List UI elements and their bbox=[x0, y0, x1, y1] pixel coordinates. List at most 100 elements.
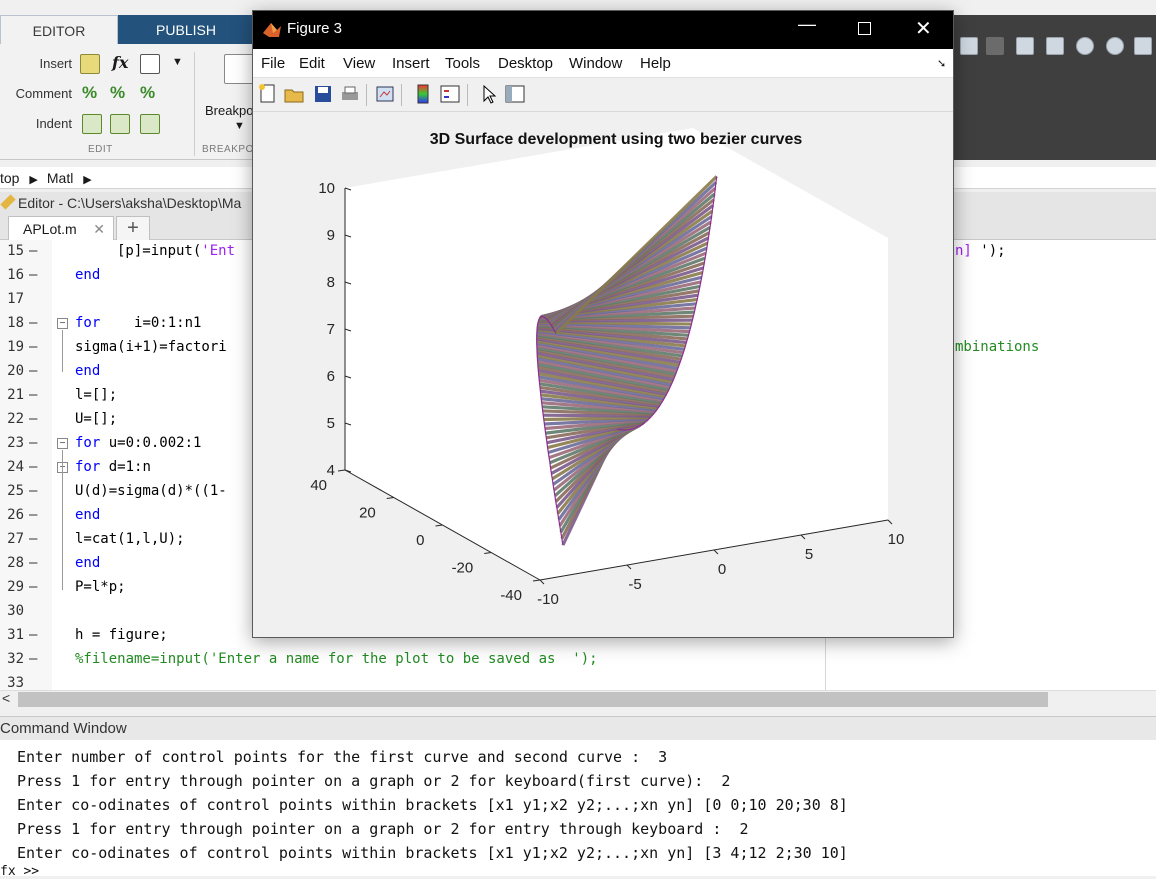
scrollbar-thumb[interactable] bbox=[18, 692, 1048, 707]
breakpoint-marker[interactable]: – bbox=[29, 315, 37, 331]
plot-tools-icon[interactable] bbox=[504, 83, 526, 105]
chevron-down-icon[interactable]: ▼ bbox=[172, 56, 183, 68]
dock-arrow-icon[interactable]: ➘ bbox=[937, 57, 946, 70]
code-line-15[interactable]: [p]=input('Ent bbox=[117, 243, 235, 259]
code-line-19[interactable]: sigma(i+1)=factori bbox=[75, 339, 227, 355]
breakpoint-marker[interactable]: – bbox=[29, 267, 37, 283]
code-line-32[interactable]: %filename=input('Enter a name for the pl… bbox=[75, 651, 598, 667]
code-line-26[interactable]: end bbox=[75, 507, 100, 523]
link-plot-icon[interactable] bbox=[374, 83, 396, 105]
line-number: 16 bbox=[7, 267, 24, 283]
open-folder-icon[interactable] bbox=[283, 83, 305, 105]
tab-editor[interactable]: EDITOR bbox=[0, 15, 118, 45]
menu-help[interactable]: Help bbox=[640, 55, 671, 72]
minimize-icon[interactable]: — bbox=[798, 14, 816, 35]
code-line-22[interactable]: U=[]; bbox=[75, 411, 117, 427]
decrease-indent-icon[interactable] bbox=[140, 114, 160, 134]
smart-indent-icon[interactable] bbox=[82, 114, 102, 134]
code-line-29[interactable]: P=l*p; bbox=[75, 579, 126, 595]
breakpoint-marker[interactable]: – bbox=[29, 459, 37, 475]
breakpoint-marker[interactable]: – bbox=[29, 243, 37, 259]
insert-section-icon[interactable] bbox=[80, 54, 100, 74]
code-line-16[interactable]: end bbox=[75, 267, 100, 283]
fold-toggle[interactable]: − bbox=[57, 318, 68, 329]
copy-icon[interactable] bbox=[1016, 37, 1034, 55]
surface-plot[interactable]: 3D Surface development using two bezier … bbox=[253, 112, 953, 637]
file-tab[interactable]: APLot.m ✕ bbox=[8, 216, 114, 241]
breadcrumb-item[interactable]: Matl bbox=[47, 170, 73, 186]
code-line-19-comment[interactable]: mbinations bbox=[955, 339, 1039, 355]
z-tick-label: 7 bbox=[327, 321, 335, 338]
line-number: 19 bbox=[7, 339, 24, 355]
code-line-21[interactable]: l=[]; bbox=[75, 387, 117, 403]
command-prompt[interactable]: fx >> bbox=[0, 864, 39, 879]
fx-icon[interactable]: fx bbox=[112, 53, 128, 72]
scroll-left-icon[interactable]: < bbox=[2, 690, 10, 706]
menu-insert[interactable]: Insert bbox=[392, 55, 430, 72]
pointer-icon[interactable] bbox=[478, 83, 500, 105]
breakpoint-marker[interactable]: – bbox=[29, 435, 37, 451]
menu-window[interactable]: Window bbox=[569, 55, 622, 72]
menu-edit[interactable]: Edit bbox=[299, 55, 325, 72]
line-number: 20 bbox=[7, 363, 24, 379]
y-tick-label: -20 bbox=[452, 560, 474, 577]
y-tick bbox=[386, 497, 394, 499]
breakpoints-icon[interactable] bbox=[224, 54, 254, 84]
code-line-20[interactable]: end bbox=[75, 363, 100, 379]
menu-tools[interactable]: Tools bbox=[445, 55, 480, 72]
legend-icon[interactable] bbox=[439, 83, 461, 105]
colorbar-icon[interactable] bbox=[412, 83, 434, 105]
breakpoint-marker[interactable]: – bbox=[29, 363, 37, 379]
code-line-28[interactable]: end bbox=[75, 555, 100, 571]
breakpoints-button[interactable]: Breakpo bbox=[205, 103, 253, 118]
save-icon[interactable] bbox=[312, 83, 334, 105]
breakpoint-marker[interactable]: – bbox=[29, 579, 37, 595]
add-tab-button[interactable]: + bbox=[116, 216, 150, 241]
menu-desktop[interactable]: Desktop bbox=[498, 55, 553, 72]
close-icon[interactable]: ✕ bbox=[915, 16, 932, 41]
breakpoint-marker[interactable]: – bbox=[29, 483, 37, 499]
undo-icon[interactable] bbox=[1076, 37, 1094, 55]
comment-label[interactable]: Comment bbox=[4, 86, 72, 101]
uncomment-icon[interactable]: % bbox=[110, 83, 125, 103]
code-line-27[interactable]: l=cat(1,l,U); bbox=[75, 531, 185, 547]
breakpoint-marker[interactable]: – bbox=[29, 531, 37, 547]
paste-icon[interactable] bbox=[1046, 37, 1064, 55]
code-line-24[interactable]: for d=1:n bbox=[75, 459, 151, 475]
breakpoint-marker[interactable]: – bbox=[29, 411, 37, 427]
code-line-15-right[interactable]: n] '); bbox=[955, 243, 1006, 259]
maximize-icon[interactable] bbox=[858, 22, 871, 35]
figure-titlebar[interactable] bbox=[253, 11, 953, 49]
line-number: 22 bbox=[7, 411, 24, 427]
cut-icon[interactable] bbox=[986, 37, 1004, 55]
comment-icon[interactable]: % bbox=[82, 83, 97, 103]
breakpoint-marker[interactable]: – bbox=[29, 387, 37, 403]
insert-label[interactable]: Insert bbox=[10, 56, 72, 71]
breakpoint-marker[interactable]: – bbox=[29, 555, 37, 571]
new-file-icon[interactable] bbox=[257, 83, 279, 105]
insert-function-icon[interactable] bbox=[140, 54, 160, 74]
chevron-down-icon[interactable]: ▼ bbox=[234, 120, 245, 132]
indent-label[interactable]: Indent bbox=[10, 116, 72, 131]
line-number: 32 bbox=[7, 651, 24, 667]
redo-icon[interactable] bbox=[1106, 37, 1124, 55]
menu-view[interactable]: View bbox=[343, 55, 375, 72]
code-line-31[interactable]: h = figure; bbox=[75, 627, 168, 643]
close-icon[interactable]: ✕ bbox=[93, 217, 105, 241]
wrap-comment-icon[interactable]: % bbox=[140, 83, 155, 103]
breakpoint-marker[interactable]: – bbox=[29, 651, 37, 667]
code-line-18[interactable]: for i=0:1:n1 bbox=[75, 315, 201, 331]
tab-publish[interactable]: PUBLISH bbox=[118, 15, 254, 45]
increase-indent-icon[interactable] bbox=[110, 114, 130, 134]
breakpoint-marker[interactable]: – bbox=[29, 339, 37, 355]
layout-icon[interactable] bbox=[1134, 37, 1152, 55]
save-icon[interactable] bbox=[960, 37, 978, 55]
code-line-23[interactable]: for u=0:0.002:1 bbox=[75, 435, 201, 451]
menu-file[interactable]: File bbox=[261, 55, 285, 72]
breakpoint-marker[interactable]: – bbox=[29, 627, 37, 643]
print-icon[interactable] bbox=[339, 83, 361, 105]
breakpoint-marker[interactable]: – bbox=[29, 507, 37, 523]
fold-toggle[interactable]: − bbox=[57, 438, 68, 449]
breadcrumb-item[interactable]: top bbox=[0, 170, 19, 186]
code-line-25[interactable]: U(d)=sigma(d)*((1- bbox=[75, 483, 227, 499]
